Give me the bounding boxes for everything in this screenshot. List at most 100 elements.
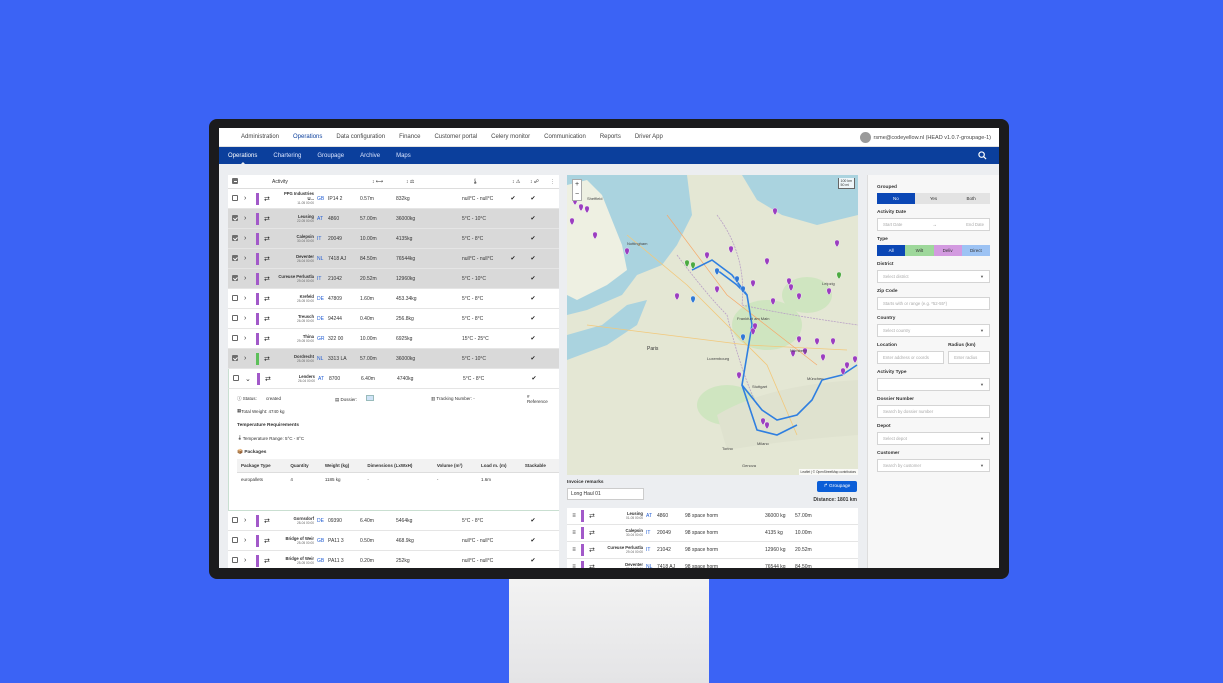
location-input[interactable]: Enter address or coords [877, 351, 945, 364]
list-item[interactable]: ≡ ⇄ Deventer26-04 00:00NL 7418 AJ 98 space h… [567, 559, 858, 568]
row-checkbox[interactable] [232, 234, 238, 241]
customer-select[interactable]: Search by customer ▼ [877, 459, 990, 472]
row-checkbox[interactable] [232, 516, 238, 523]
tab-groupage[interactable]: Groupage [317, 153, 344, 159]
map-canvas[interactable]: Sheffield Nottingham Leipzig Nürnberg St… [567, 175, 858, 475]
table-row[interactable]: › ⇄ Cureuse Perlustla 29-04 00:00 IT 21042 20.… [228, 269, 559, 289]
drag-handle-icon[interactable]: ≡ [567, 547, 581, 553]
zoom-in-button[interactable]: + [573, 180, 581, 190]
route-map[interactable]: Sheffield Nottingham Leipzig Nürnberg St… [567, 175, 858, 475]
table-row[interactable]: › ⇄ PPG Industries U... 11-05 00:00 GB IP14 2… [228, 189, 559, 209]
row-checkbox[interactable] [232, 254, 238, 261]
tab-maps[interactable]: Maps [396, 153, 411, 159]
zoom-out-button[interactable]: − [573, 190, 581, 200]
drag-handle-icon[interactable]: ≡ [567, 513, 581, 519]
table-row[interactable]: › ⇄ Calepsin 30-04 00:00 IT 20049 10.00m 4135kg… [228, 229, 559, 249]
dossier-badge[interactable] [366, 395, 375, 401]
row-checkbox[interactable] [232, 294, 238, 301]
dossier-number-input[interactable]: Search by dossier number [877, 405, 990, 418]
table-row[interactable]: › ⇄ Treusch 26-05 00:00 DE 94244 0.40m 256.8kg 5… [228, 309, 559, 329]
activity-column-header[interactable]: Activity [272, 179, 372, 185]
type-wilt-option[interactable]: Wilt [905, 245, 934, 256]
nav-driver-app[interactable]: Driver App [635, 134, 663, 140]
nav-operations[interactable]: Operations [293, 134, 322, 140]
groupage-button[interactable]: ↱ Groupage [817, 481, 857, 492]
tab-chartering[interactable]: Chartering [273, 153, 301, 159]
chevron-right-icon[interactable]: › [244, 517, 256, 524]
length-column-icon[interactable]: ↕ ⟷ [372, 179, 406, 185]
row-checkbox[interactable] [233, 374, 239, 381]
grouped-no-option[interactable]: No [877, 193, 915, 204]
nav-reports[interactable]: Reports [600, 134, 621, 140]
warning-column-icon[interactable]: ↕ ⚠ [512, 179, 530, 185]
table-row[interactable]: › ⇄ Thina 29-05 00:00 GR 322 00 10.00m 6925kg 15… [228, 329, 559, 349]
chevron-down-icon[interactable]: ⌄ [245, 375, 257, 383]
chevron-right-icon[interactable]: › [244, 215, 256, 222]
temperature-column-icon[interactable]: 🌡 [472, 179, 512, 185]
table-row[interactable]: › ⇄ Dordrecht 25-05 00:00 NL 3313 LA 57.00m 360… [228, 349, 559, 369]
end-date-input[interactable]: End Date [966, 222, 984, 227]
search-icon[interactable] [978, 151, 987, 160]
columns-menu-icon[interactable]: ⋮ [550, 179, 555, 185]
nav-customer-portal[interactable]: Customer portal [434, 134, 477, 140]
start-date-input[interactable]: Start Date [883, 222, 902, 227]
chevron-right-icon[interactable]: › [244, 295, 256, 302]
chevron-right-icon[interactable]: › [244, 355, 256, 362]
truck-icon: ⇄ [264, 355, 270, 363]
list-item[interactable]: ≡ ⇄ Calepsin 30-04 00:00 IT 20049 98 space hor… [567, 525, 858, 542]
table-row[interactable]: › ⇄ Bridge of Weir 25-05 00:00 GB PA11 3 0.20m… [228, 551, 559, 568]
district-select[interactable]: Select district ▼ [877, 270, 990, 283]
list-item[interactable]: ≡ ⇄ Leusing 01-05 00:00 AT 4860 98 space horm 3… [567, 508, 858, 525]
type-deliv-option[interactable]: Deliv [933, 245, 962, 256]
depot-select[interactable]: Select depot ▼ [877, 432, 990, 445]
chevron-right-icon[interactable]: › [244, 275, 256, 282]
map-attribution[interactable]: Leaflet | © OpenStreetMap contributors [798, 469, 858, 475]
table-row[interactable]: › ⇄ Gornsdorf 28-04 00:00 DE 09390 6.40m 5464kg… [228, 511, 559, 531]
type-direct-option[interactable]: Direct [961, 245, 990, 256]
row-checkbox[interactable] [232, 214, 238, 221]
row-checkbox[interactable] [232, 194, 238, 201]
row-checkbox[interactable] [232, 334, 238, 341]
country-select[interactable]: Select country ▼ [877, 324, 990, 337]
chevron-right-icon[interactable]: › [244, 255, 256, 262]
radius-input[interactable]: Enter radius [948, 351, 990, 364]
chevron-right-icon[interactable]: › [244, 335, 256, 342]
table-row[interactable]: › ⇄ Krefeld 25-05 00:00 DE 47809 1.60m 453.34kg… [228, 289, 559, 309]
chevron-right-icon[interactable]: › [244, 537, 256, 544]
table-row[interactable]: ⌄ ⇄ Lenders 26-04 00:00 AT 8700 6.40m 4740kg 5°C… [228, 369, 559, 389]
chevron-right-icon[interactable]: › [244, 195, 256, 202]
drag-handle-icon[interactable]: ≡ [567, 564, 581, 568]
chevron-right-icon[interactable]: › [244, 235, 256, 242]
table-row[interactable]: › ⇄ Leusing 22-05 00:00 AT 4860 57.00m 36000kg 5… [228, 209, 559, 229]
temperature: null°C - null°C [462, 557, 494, 564]
weight-column-icon[interactable]: ↕ ⚖ [406, 179, 472, 185]
user-menu[interactable]: rsme@codeyellow.nl (HEAD v1.0.7-groupage… [859, 132, 991, 143]
grouped-yes-option[interactable]: Yes [914, 193, 953, 204]
row-checkbox[interactable] [232, 354, 238, 361]
grouped-both-option[interactable]: Both [952, 193, 991, 204]
invoice-remarks-input[interactable]: Long Haul 01 [567, 488, 644, 500]
table-row[interactable]: › ⇄ Deventer 26-04 00:00 NL 7418 AJ 84.50m 7654… [228, 249, 559, 269]
row-checkbox[interactable] [232, 536, 238, 543]
select-all-checkbox[interactable] [232, 177, 238, 184]
nav-data-configuration[interactable]: Data configuration [336, 134, 385, 140]
activity-type-select[interactable]: ▼ [877, 378, 990, 391]
tab-archive[interactable]: Archive [360, 153, 380, 159]
table-row[interactable]: › ⇄ Bridge of Weir 25-05 00:00 GB PA11 3 0.50m… [228, 531, 559, 551]
nav-communication[interactable]: Communication [544, 134, 586, 140]
type-all-option[interactable]: All [877, 245, 906, 256]
nav-finance[interactable]: Finance [399, 134, 420, 140]
drag-handle-icon[interactable]: ≡ [567, 530, 581, 536]
nav-celery-monitor[interactable]: Celery monitor [491, 134, 530, 140]
list-item[interactable]: ≡ ⇄ Cureuse Perlustla 29-04 00:00 IT 21042 98 … [567, 542, 858, 559]
row-checkbox[interactable] [232, 274, 238, 281]
row-checkbox[interactable] [232, 314, 238, 321]
nav-administration[interactable]: Administration [241, 134, 279, 140]
row-checkbox[interactable] [232, 556, 238, 563]
chevron-right-icon[interactable]: › [244, 315, 256, 322]
hierarchy-column-icon[interactable]: ↕ ☍ [530, 179, 550, 185]
zip-code-input[interactable]: Starts with or range (e.g. *52-55*) [877, 297, 990, 310]
date-range-input[interactable]: Start Date → End Date [877, 218, 990, 231]
tab-operations[interactable]: Operations [228, 153, 257, 165]
chevron-right-icon[interactable]: › [244, 557, 256, 564]
